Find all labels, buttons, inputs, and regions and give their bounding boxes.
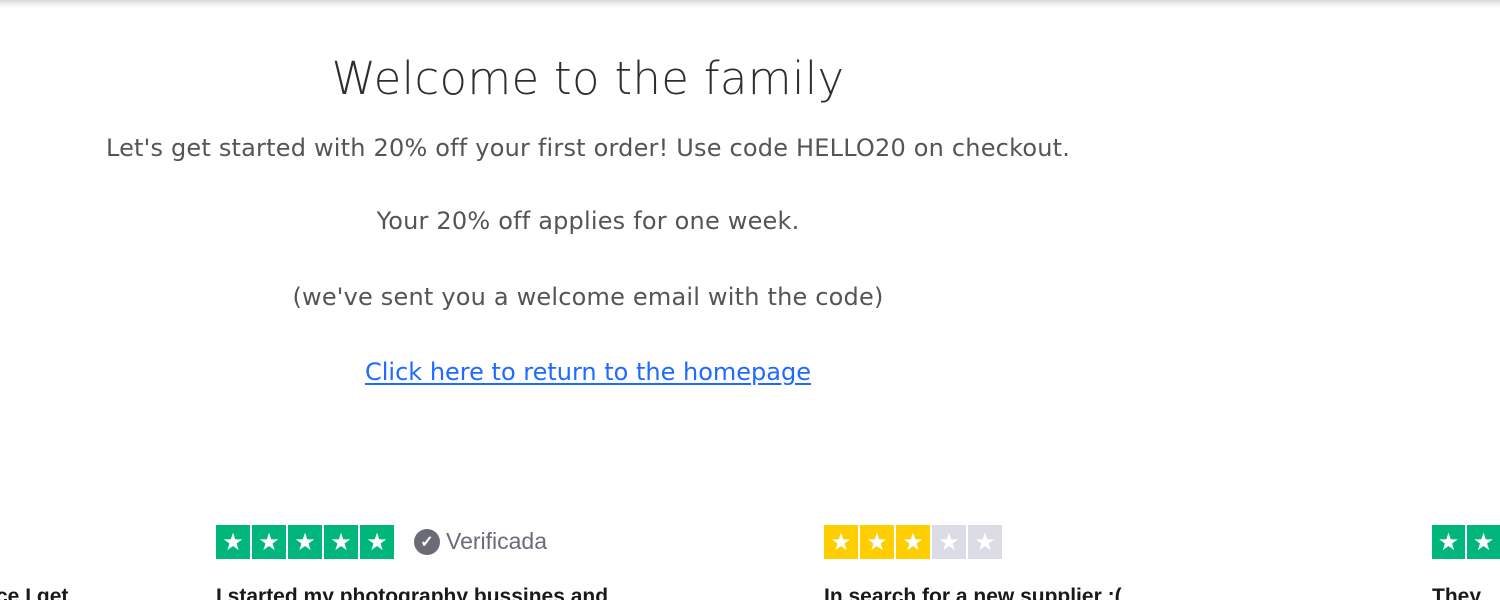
star-icon: ★ (1432, 525, 1465, 559)
review-card[interactable]: ★ ★ ★ ★ ★ ✓ Verificada I started my phot… (216, 525, 736, 600)
review-headline: ce I get (0, 585, 69, 600)
star-icon: ★ (288, 525, 322, 559)
star-icon: ★ (252, 525, 286, 559)
email-note: (we've sent you a welcome email with the… (292, 283, 884, 311)
star-icon: ★ (968, 525, 1002, 559)
star-icon: ★ (824, 525, 858, 559)
review-card[interactable]: ★ ★ ★ ★ ★ In search for a new supplier :… (824, 525, 1344, 600)
verified-badge: ✓ Verificada (414, 528, 547, 555)
star-rating: ★ ★ (1432, 525, 1500, 559)
return-homepage-link[interactable]: Click here to return to the homepage (365, 358, 811, 386)
star-icon: ★ (324, 525, 358, 559)
homepage-link-container: Click here to return to the homepage (0, 358, 1176, 386)
review-headline: In search for a new supplier :( (824, 585, 1122, 600)
star-icon: ★ (1467, 525, 1500, 559)
check-circle-icon: ✓ (414, 528, 440, 555)
welcome-panel: Welcome to the family Let's get started … (0, 0, 1176, 420)
review-headline: They (1432, 585, 1482, 600)
star-icon: ★ (860, 525, 894, 559)
review-headline: I started my photography bussines and (216, 585, 609, 600)
reviews-carousel: ce I get ★ ★ ★ ★ ★ ✓ Verificada I starte… (0, 525, 1500, 600)
star-icon: ★ (932, 525, 966, 559)
discount-duration: Your 20% off applies for one week. (376, 207, 800, 235)
discount-message: Let's get started with 20% off your firs… (105, 134, 1071, 162)
star-icon: ★ (216, 525, 250, 559)
review-card[interactable]: ★ ★ They (1432, 525, 1500, 600)
star-icon: ★ (896, 525, 930, 559)
star-icon: ★ (360, 525, 394, 559)
star-rating: ★ ★ ★ ★ ★ (824, 525, 1344, 559)
page-title: Welcome to the family (331, 52, 845, 105)
verified-label: Verificada (446, 528, 548, 554)
